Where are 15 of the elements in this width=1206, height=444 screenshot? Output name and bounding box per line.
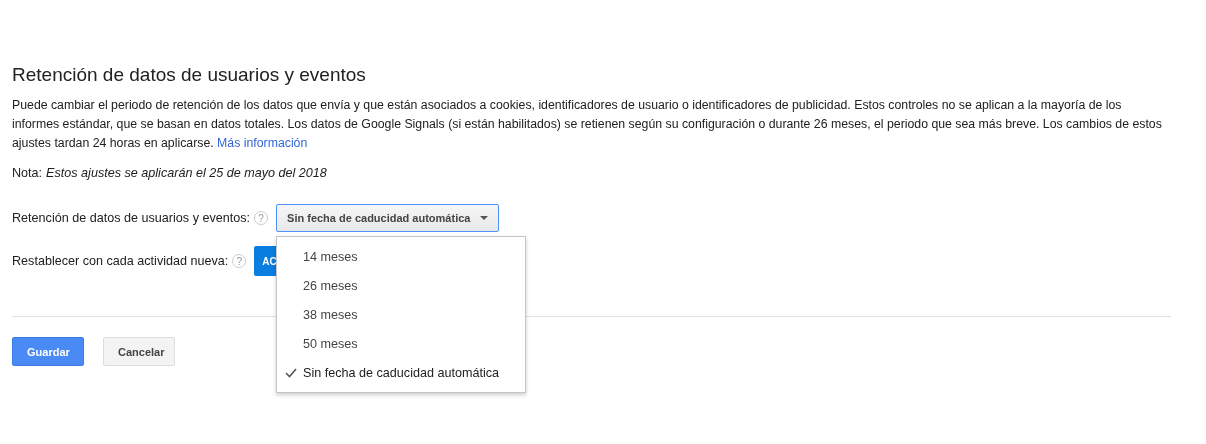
retention-label: Retención de datos de usuarios y eventos: [12,211,251,225]
dropdown-option[interactable]: Sin fecha de caducidad automática [277,358,526,387]
note-text: Estos ajustes se aplicarán el 25 de mayo del 2018 [46,166,327,180]
reset-label: Restablecer con cada actividad nueva: [12,254,229,268]
note-label: Nota: [12,166,43,180]
dropdown-option[interactable]: 38 meses [277,300,526,329]
dropdown-option[interactable]: 14 meses [277,242,526,271]
toggle-button[interactable]: AC [254,246,277,276]
dropdown-option[interactable]: 50 meses [277,329,526,358]
section-title: Retención de datos de usuarios y eventos [12,64,367,86]
description-text: Puede cambiar el periodo de retención de los datos que envía y que están asociados a cookies, identificadores de usuario o identificadores de publicidad. Estos controles no se aplican a la mayoría de los informes estándar, que se basan en datos totales. Los datos de Google Signals (si están habilitados) se retienen según su configuración o durante 26 meses, el periodo que sea más breve. Los cambios de estos ajustes tardan 24 horas en aplicarse. Más información [12,97,1163,152]
dropdown-option[interactable]: 26 meses [277,271,526,300]
cancel-button[interactable]: Cancelar [103,337,175,366]
retention-dropdown[interactable]: Sin fecha de caducidad automática [276,204,500,232]
more-info-link[interactable]: Más información [217,136,308,150]
